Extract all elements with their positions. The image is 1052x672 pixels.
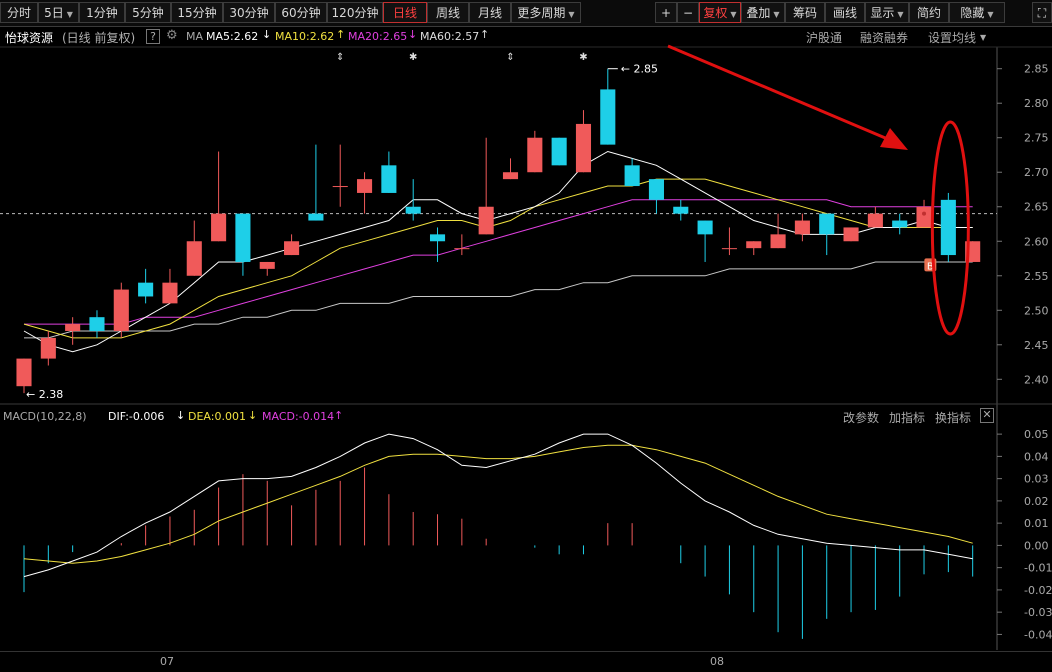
price-tick-label: 2.80 — [1024, 97, 1049, 110]
candle-body — [259, 261, 275, 269]
candle-body — [673, 206, 689, 214]
candle-body — [357, 179, 373, 193]
event-marker-icon: ⇕ — [336, 52, 344, 63]
candle-body — [746, 241, 762, 249]
price-tick-label: 2.85 — [1024, 63, 1049, 76]
price-tick-label: 2.65 — [1024, 201, 1049, 214]
candle-body — [721, 248, 737, 250]
candle-body — [381, 165, 397, 193]
price-tick-label: 2.40 — [1024, 373, 1049, 386]
candle-body — [113, 289, 129, 331]
candle-body — [308, 213, 324, 221]
price-tick-label: 2.60 — [1024, 235, 1049, 248]
price-tick-label: 2.75 — [1024, 132, 1049, 145]
event-marker-icon: ⇕ — [506, 52, 514, 63]
candle-body — [551, 137, 567, 166]
macd-tick-label: -0.01 — [1024, 562, 1052, 575]
candle-body — [502, 172, 519, 180]
candle-body — [235, 213, 251, 262]
candle-body — [770, 234, 786, 249]
time-axis: 07 08 — [0, 651, 1052, 672]
ma5-line — [23, 150, 973, 353]
candle-body — [527, 137, 543, 173]
price-tick-label: 2.55 — [1024, 270, 1049, 283]
price-tick-label: 2.45 — [1024, 339, 1049, 352]
candle-body — [624, 165, 640, 187]
candle-body — [478, 206, 494, 235]
macd-tick-label: -0.04 — [1024, 628, 1052, 641]
candle-body — [186, 241, 202, 276]
macd-tick-label: -0.03 — [1024, 606, 1052, 619]
event-marker-icon: ✱ — [409, 52, 417, 63]
event-marker-icon: ✱ — [579, 52, 587, 63]
candle-body — [892, 220, 908, 228]
macd-tick-label: 0.04 — [1024, 450, 1049, 463]
macd-tick-label: 0.05 — [1024, 428, 1049, 441]
macd-tick-label: 0.03 — [1024, 473, 1049, 486]
macd-tick-label: 0.01 — [1024, 517, 1049, 530]
candle-body — [65, 324, 81, 331]
ma10-line — [23, 178, 973, 339]
candle-body — [648, 179, 664, 200]
candle-body — [16, 358, 32, 387]
candle-body — [819, 213, 835, 235]
dea-line — [23, 444, 973, 564]
macd-tick-label: 0.02 — [1024, 495, 1049, 508]
candle-body — [405, 206, 421, 214]
candle-body — [40, 337, 56, 359]
time-label-08: 08 — [710, 655, 724, 668]
macd-tick-label: 0.00 — [1024, 539, 1049, 552]
time-label-07: 07 — [160, 655, 174, 668]
candle-body — [600, 89, 616, 145]
candle-body — [211, 213, 227, 242]
candle-body — [284, 241, 300, 256]
signal-dot — [922, 211, 927, 216]
macd-tick-label: -0.02 — [1024, 584, 1052, 597]
candle-body — [454, 248, 470, 250]
price-tick-label: 2.70 — [1024, 166, 1049, 179]
candle-body — [867, 213, 883, 228]
candle-body — [429, 234, 446, 242]
candle-body — [794, 220, 810, 235]
candle-body — [575, 123, 592, 173]
annotation-arrow-shaft — [667, 44, 891, 142]
high-price-label: ← 2.85 — [621, 63, 658, 76]
candle-body — [138, 282, 154, 297]
candle-body — [916, 206, 932, 228]
chart-canvas[interactable]: 2.40 2.45 2.50 2.55 2.60 2.65 2.70 2.75 2.80 2.85… — [0, 0, 1052, 671]
candle-body — [940, 199, 956, 256]
price-tick-label: 2.50 — [1024, 304, 1049, 317]
candle-body — [697, 220, 713, 235]
candle-body — [162, 282, 178, 304]
dif-line — [23, 433, 973, 578]
candle-body — [332, 186, 348, 188]
low-price-label: ← 2.38 — [26, 388, 63, 401]
candle-body — [843, 227, 859, 242]
candle-body — [89, 317, 105, 331]
